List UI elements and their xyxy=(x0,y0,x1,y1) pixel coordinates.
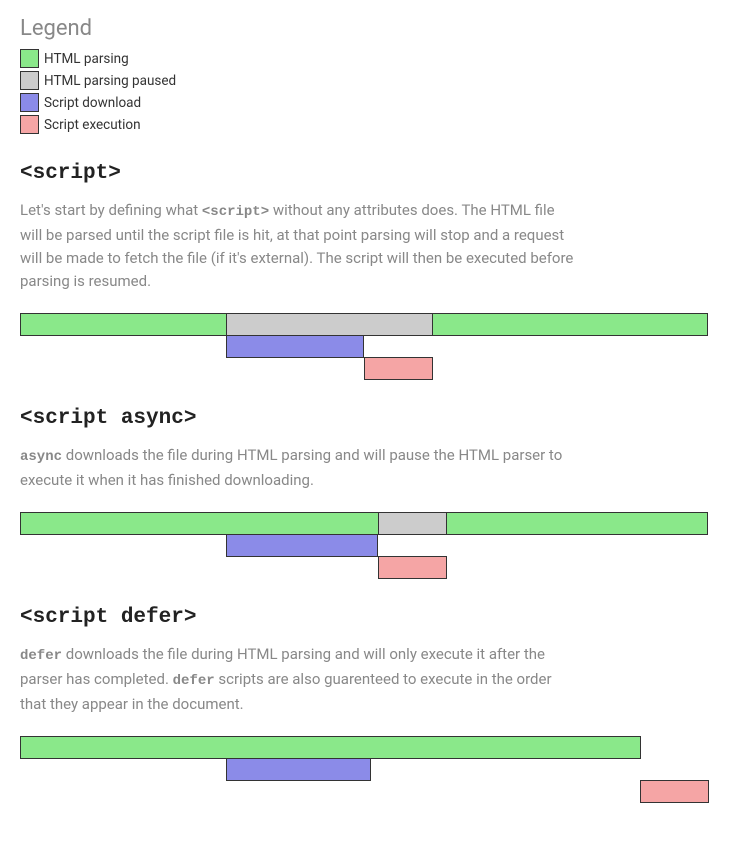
spacer xyxy=(20,335,227,358)
section-description: Let's start by defining what <script> wi… xyxy=(20,199,580,293)
timeline-async xyxy=(20,512,710,579)
legend-label: Script execution xyxy=(44,117,141,133)
bar-script-download xyxy=(226,534,378,557)
desc-text: downloads the file during HTML parsing a… xyxy=(20,446,562,489)
timeline-row xyxy=(20,512,710,535)
desc-code: async xyxy=(20,449,62,465)
desc-code: <script> xyxy=(202,204,269,220)
timeline-row xyxy=(20,335,710,358)
section-heading: <script async> xyxy=(20,407,712,430)
desc-code: defer xyxy=(173,673,215,689)
legend-items: HTML parsing HTML parsing paused Script … xyxy=(20,49,712,134)
legend-item-execution: Script execution xyxy=(20,115,712,134)
section-script-async: <script async> async downloads the file … xyxy=(20,407,712,579)
legend-title: Legend xyxy=(20,16,712,41)
timeline-row xyxy=(20,758,710,781)
timeline-row xyxy=(20,534,710,557)
legend-item-download: Script download xyxy=(20,93,712,112)
spacer xyxy=(20,780,641,803)
bar-html-parsing xyxy=(432,313,708,336)
timeline-row xyxy=(20,780,710,803)
swatch-script-execution xyxy=(20,115,39,134)
spacer xyxy=(20,556,379,579)
bar-script-execution xyxy=(378,556,447,579)
legend-label: Script download xyxy=(44,95,141,111)
section-description: async downloads the file during HTML par… xyxy=(20,444,580,492)
bar-parsing-paused xyxy=(226,313,433,336)
desc-text: Let's start by defining what xyxy=(20,201,202,219)
timeline-defer xyxy=(20,736,710,803)
legend-label: HTML parsing xyxy=(44,51,129,67)
spacer xyxy=(20,534,227,557)
bar-html-parsing xyxy=(20,736,641,759)
bar-parsing-paused xyxy=(378,512,447,535)
spacer xyxy=(20,758,227,781)
legend-item-parsing: HTML parsing xyxy=(20,49,712,68)
timeline-script xyxy=(20,313,710,380)
bar-html-parsing xyxy=(20,512,379,535)
bar-script-download xyxy=(226,758,371,781)
legend-label: HTML parsing paused xyxy=(44,73,176,89)
timeline-row xyxy=(20,313,710,336)
timeline-row xyxy=(20,556,710,579)
spacer xyxy=(20,357,365,380)
timeline-row xyxy=(20,357,710,380)
section-script-defer: <script defer> defer downloads the file … xyxy=(20,606,712,803)
legend: Legend HTML parsing HTML parsing paused … xyxy=(20,16,712,134)
bar-script-execution xyxy=(640,780,709,803)
bar-html-parsing xyxy=(20,313,227,336)
legend-item-paused: HTML parsing paused xyxy=(20,71,712,90)
section-script: <script> Let's start by defining what <s… xyxy=(20,162,712,380)
swatch-script-download xyxy=(20,93,39,112)
swatch-parsing-paused xyxy=(20,71,39,90)
bar-html-parsing xyxy=(446,512,708,535)
swatch-html-parsing xyxy=(20,49,39,68)
section-heading: <script defer> xyxy=(20,606,712,629)
section-heading: <script> xyxy=(20,162,712,185)
bar-script-download xyxy=(226,335,364,358)
timeline-row xyxy=(20,736,710,759)
desc-code: defer xyxy=(20,648,62,664)
bar-script-execution xyxy=(364,357,433,380)
section-description: defer downloads the file during HTML par… xyxy=(20,643,580,716)
